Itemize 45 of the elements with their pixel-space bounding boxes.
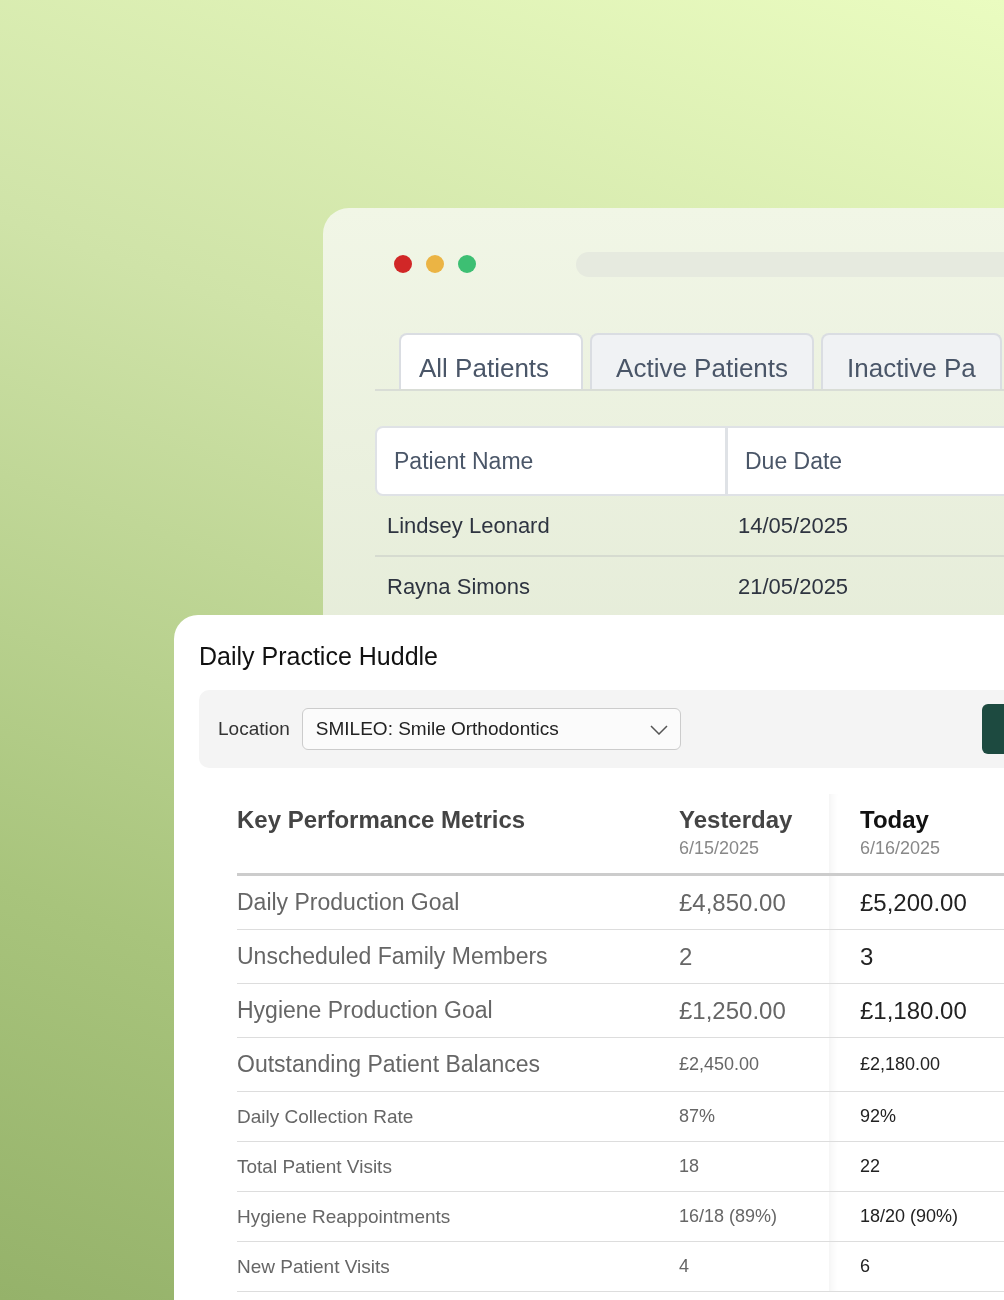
table-cell: £2,450.00 xyxy=(679,1054,760,1075)
table-cell-text: Lindsey Leonard xyxy=(386,512,551,539)
tab[interactable]: Inactive Pa xyxy=(821,333,1002,389)
table-cell: 16/18 (89%) xyxy=(679,1206,778,1227)
maximize-dot-icon xyxy=(458,255,476,273)
metric-label: Unscheduled Family Members xyxy=(237,943,548,970)
table-cell: 87% xyxy=(679,1106,716,1127)
tab[interactable]: Active Patients xyxy=(590,333,815,389)
table-cell-text: Rayna Simons xyxy=(386,573,532,600)
table-cell: 21/05/2025 xyxy=(738,573,849,600)
column-date: 6/16/2025 xyxy=(860,838,942,859)
column-header: Patient Name xyxy=(377,428,728,494)
table-cell: 14/05/2025 xyxy=(738,512,849,539)
table-cell: £5,200.00 xyxy=(860,888,967,917)
minimize-dot-icon xyxy=(426,255,444,273)
metric-label: New Patient Visits xyxy=(237,1255,390,1278)
table-cell: 4 xyxy=(679,1256,689,1277)
metric-label: Daily Production Goal xyxy=(237,889,460,916)
table-cell: 18 xyxy=(679,1156,700,1177)
metric-label: Total Patient Visits xyxy=(237,1155,392,1178)
table-cell: 3 xyxy=(860,942,874,971)
caret-icon xyxy=(649,725,668,735)
table-cell: 92% xyxy=(860,1106,897,1127)
column-date: 6/15/2025 xyxy=(679,838,761,859)
metric-label: Daily Collection Rate xyxy=(237,1105,414,1128)
location-label: Location xyxy=(218,718,290,740)
table-cell: £1,250.00 xyxy=(679,996,786,1025)
table-cell: £2,180.00 xyxy=(860,1054,941,1075)
table-heading: Key Performance Metrics xyxy=(237,806,526,833)
table-cell: 22 xyxy=(860,1156,881,1177)
card-title: Daily Practice Huddle xyxy=(199,642,439,671)
tab[interactable]: All Patients xyxy=(399,333,584,389)
table-cell: 18/20 (90%) xyxy=(860,1206,959,1227)
metric-label: Hygiene Reappointments xyxy=(237,1205,451,1228)
metric-label: Outstanding Patient Balances xyxy=(237,1051,541,1078)
column-header: Due Date xyxy=(744,446,843,476)
table-cell: £4,850.00 xyxy=(679,888,786,917)
location-dropdown[interactable]: SMILEO: Smile Orthodontics xyxy=(301,708,681,750)
column-header: Yesterday xyxy=(679,806,794,834)
table-cell: 2 xyxy=(679,942,693,971)
close-dot-icon xyxy=(394,255,412,273)
table-cell: 6 xyxy=(860,1256,870,1277)
column-header: Today xyxy=(860,806,930,834)
metric-label: Hygiene Production Goal xyxy=(237,997,493,1024)
table-cell: £1,180.00 xyxy=(860,996,967,1025)
